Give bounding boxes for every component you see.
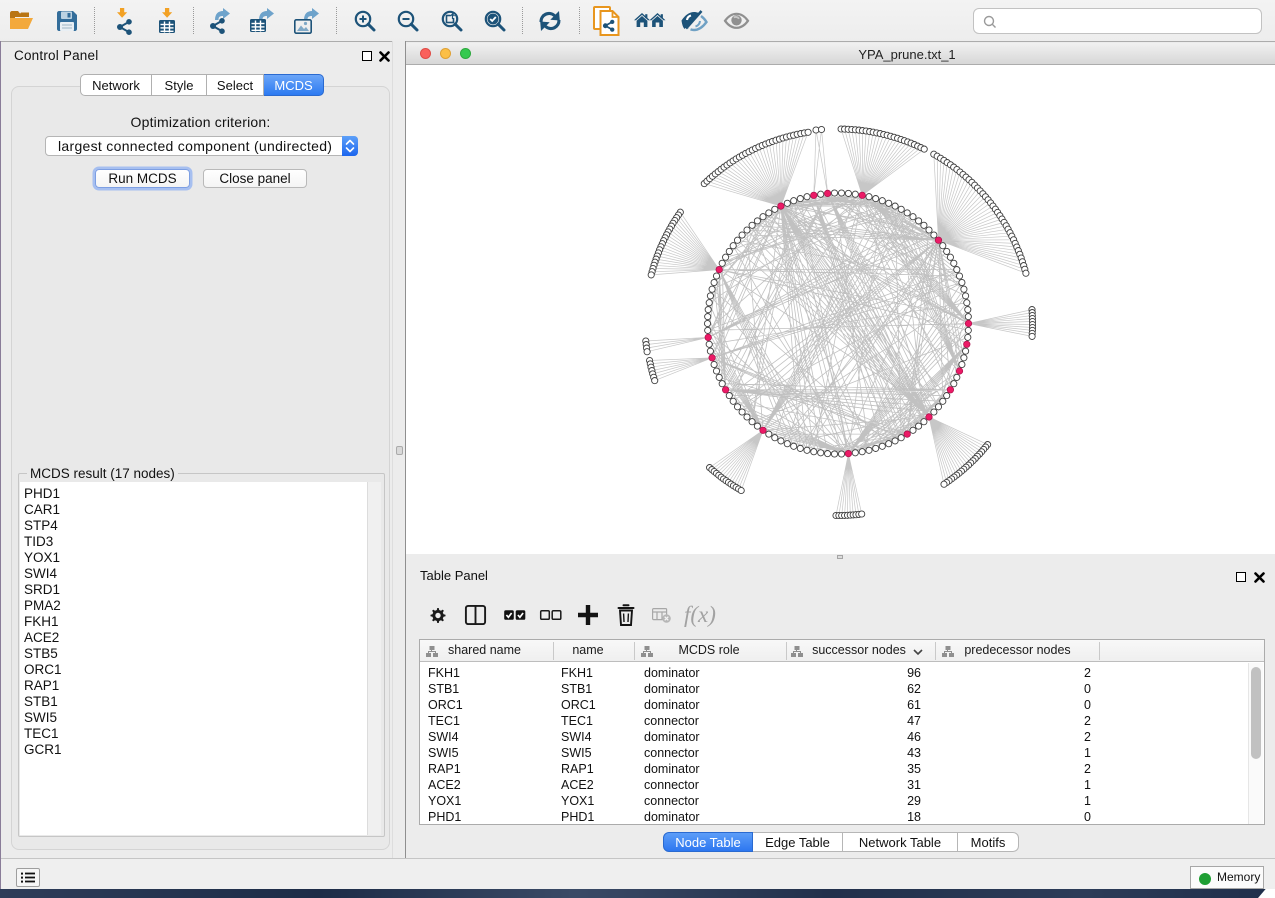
svg-text:f(x): f(x) [684, 602, 716, 627]
